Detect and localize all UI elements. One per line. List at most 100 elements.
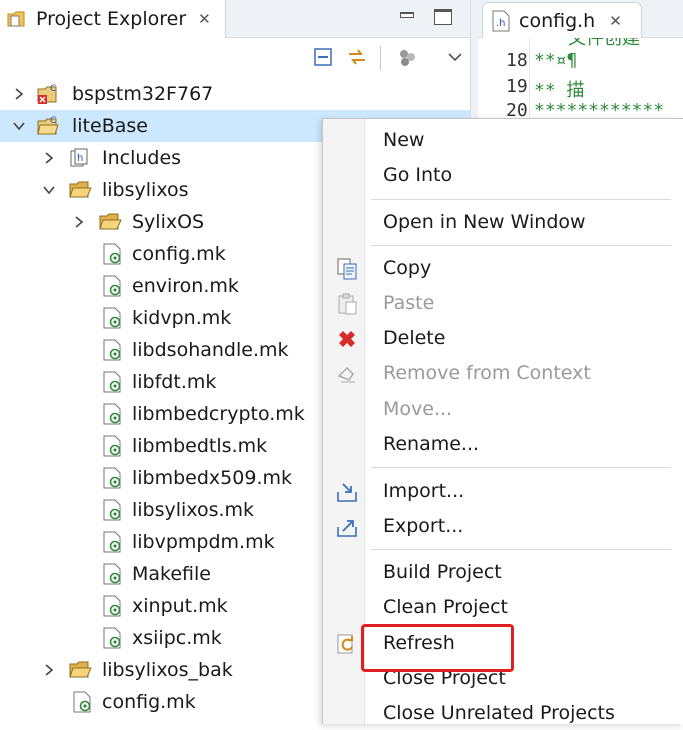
makefile-icon	[103, 595, 121, 617]
tree-item-label: libfdt.mk	[132, 371, 217, 393]
svg-text:C: C	[50, 84, 56, 94]
menu-item-open-in-new-window[interactable]: Open in New Window	[323, 205, 683, 239]
makefile-icon	[103, 531, 121, 553]
line-number: 18	[506, 50, 528, 71]
code-line: **¤¶	[534, 50, 578, 71]
menu-separator	[371, 467, 671, 468]
refresh-highlight-annotation	[361, 624, 514, 672]
export-icon	[337, 520, 357, 537]
refresh-icon	[337, 634, 353, 654]
menu-item-label: New	[383, 129, 425, 151]
folder-icon	[99, 213, 122, 230]
remove-context-icon	[337, 366, 355, 383]
menu-item-label: Paste	[383, 292, 435, 314]
makefile-icon	[103, 371, 121, 393]
menu-item-label: Delete	[383, 327, 446, 349]
menu-separator	[371, 245, 671, 246]
menu-item-delete[interactable]: Delete	[323, 321, 683, 355]
tree-item-label: libsylixos	[102, 179, 189, 201]
chevron-down-icon[interactable]	[42, 183, 56, 197]
project-explorer-title: Project Explorer	[36, 8, 187, 30]
makefile-icon	[103, 307, 121, 329]
menu-item-label: Clean Project	[383, 596, 508, 618]
tree-item[interactable]: C bspstm32F767	[0, 78, 470, 110]
copy-icon	[337, 258, 357, 280]
project-error-icon: C	[37, 84, 57, 104]
makefile-icon	[103, 563, 121, 585]
makefile-icon	[73, 691, 91, 713]
menu-separator	[371, 199, 671, 200]
project-explorer-icon	[7, 11, 25, 27]
tree-item-label: SylixOS	[132, 211, 205, 233]
menu-item-move[interactable]: Move...	[323, 392, 683, 426]
menu-item-paste[interactable]: Paste	[323, 286, 683, 320]
header-file-icon: .h	[492, 10, 510, 31]
menu-item-label: Remove from Context	[383, 362, 591, 384]
makefile-icon	[103, 499, 121, 521]
chevron-down-icon[interactable]	[12, 119, 26, 133]
editor-tabbar: .h config.h ✕	[478, 0, 683, 38]
menu-item-label: Export...	[383, 515, 464, 537]
project-explorer-tabbar: Project Explorer ✕	[0, 0, 470, 38]
minimize-icon[interactable]	[398, 9, 416, 25]
folder-open-icon	[69, 181, 92, 198]
close-icon[interactable]: ✕	[198, 10, 211, 28]
collapse-all-icon[interactable]	[312, 46, 334, 68]
makefile-icon	[103, 627, 121, 649]
project-explorer-toolbar	[0, 38, 470, 78]
menu-item-label: Open in New Window	[383, 211, 586, 233]
chevron-right-icon[interactable]	[12, 87, 26, 101]
tab-project-explorer[interactable]: Project Explorer ✕	[0, 0, 226, 38]
menu-item-build-project[interactable]: Build Project	[323, 555, 683, 589]
folder-icon	[69, 661, 92, 678]
tree-item-label: libsylixos_bak	[102, 659, 233, 681]
tree-item-label: libvpmpdm.mk	[132, 531, 275, 553]
code-line: ** 描	[534, 80, 585, 101]
tree-item-label: libmbedtls.mk	[132, 435, 268, 457]
tree-item-label: environ.mk	[132, 275, 239, 297]
menu-item-copy[interactable]: Copy	[323, 251, 683, 285]
code-fragment: 文件创建	[568, 38, 640, 49]
chevron-right-icon[interactable]	[42, 663, 56, 677]
menu-item-import[interactable]: Import...	[323, 474, 683, 508]
tree-item-label: Includes	[102, 147, 182, 169]
tree-item-label: kidvpn.mk	[132, 307, 232, 329]
tree-item-label: libdsohandle.mk	[132, 339, 289, 361]
menu-separator	[371, 549, 671, 550]
tree-item-label: liteBase	[72, 115, 148, 137]
tree-item-label: libmbedx509.mk	[132, 467, 292, 489]
menu-item-label: Move...	[383, 398, 453, 420]
menu-item-close-unrelated-projects[interactable]: Close Unrelated Projects	[323, 696, 683, 730]
menu-item-label: Copy	[383, 257, 432, 279]
menu-item-export[interactable]: Export...	[323, 509, 683, 543]
menu-item-new[interactable]: New	[323, 123, 683, 157]
maximize-icon[interactable]	[434, 9, 452, 25]
menu-item-rename[interactable]: Rename...	[323, 427, 683, 461]
view-menu-icon[interactable]	[444, 46, 466, 68]
chevron-right-icon[interactable]	[72, 215, 86, 229]
close-icon[interactable]: ✕	[609, 12, 622, 30]
makefile-icon	[103, 275, 121, 297]
menu-item-label: Import...	[383, 480, 465, 502]
makefile-icon	[103, 403, 121, 425]
tree-item-label: config.mk	[132, 243, 226, 265]
toolbar-separator	[380, 46, 381, 70]
tree-item-label: libsylixos.mk	[132, 499, 255, 521]
link-with-editor-icon[interactable]	[346, 46, 368, 68]
tab-config-h[interactable]: .h config.h ✕	[482, 2, 642, 38]
filter-icon[interactable]	[396, 46, 418, 68]
menu-item-clean-project[interactable]: Clean Project	[323, 590, 683, 624]
tree-item-label: bspstm32F767	[72, 83, 214, 105]
tree-item-label: config.mk	[102, 691, 196, 713]
menu-item-remove-from-context[interactable]: Remove from Context	[323, 356, 683, 390]
line-number: 19	[506, 76, 528, 97]
makefile-icon	[103, 243, 121, 265]
paste-icon	[338, 293, 357, 315]
tree-item-label: xinput.mk	[132, 595, 228, 617]
tree-item-label: libmbedcrypto.mk	[132, 403, 305, 425]
tree-item-label: Makefile	[132, 563, 211, 585]
menu-item-go-into[interactable]: Go Into	[323, 158, 683, 192]
project-c-icon: C	[37, 116, 59, 135]
chevron-right-icon[interactable]	[42, 151, 56, 165]
makefile-icon	[103, 435, 121, 457]
